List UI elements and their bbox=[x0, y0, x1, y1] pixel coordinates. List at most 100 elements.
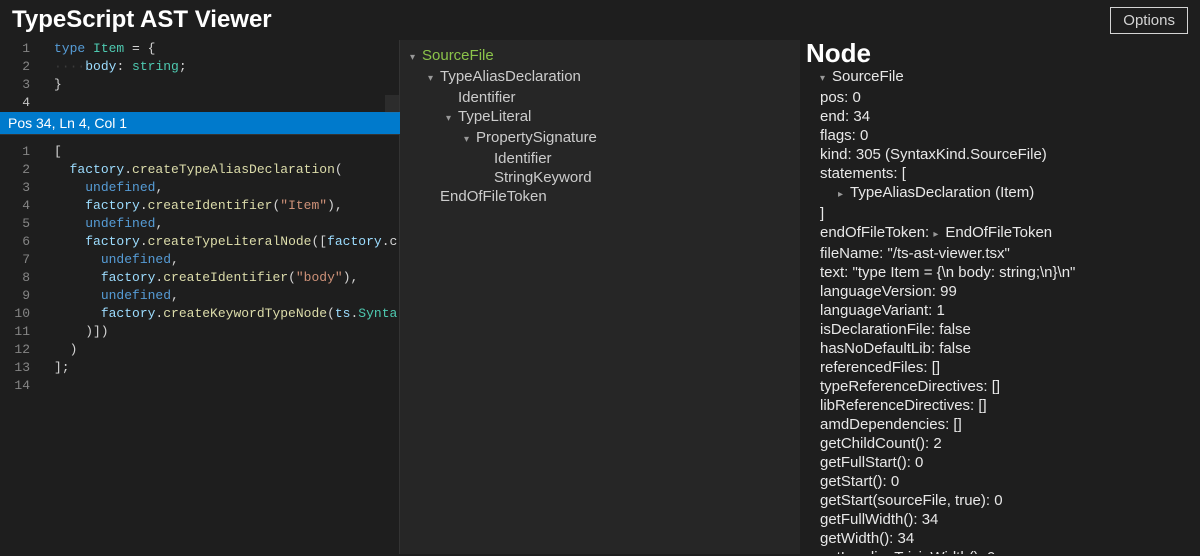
code-line[interactable]: 12 ) bbox=[0, 341, 399, 359]
tree-label[interactable]: TypeAliasDeclaration bbox=[440, 68, 581, 85]
tree-label[interactable]: SourceFile bbox=[422, 47, 494, 64]
property-row: getChildCount(): 2 bbox=[806, 434, 1190, 453]
line-number: 14 bbox=[0, 377, 44, 395]
code-line[interactable]: 2 factory.createTypeAliasDeclaration( bbox=[0, 161, 399, 179]
line-number: 12 bbox=[0, 341, 44, 359]
property-row: languageVariant: 1 bbox=[806, 301, 1190, 320]
code-line[interactable]: 4 bbox=[0, 94, 399, 112]
code-content[interactable]: factory.createTypeLiteralNode([factory.c bbox=[44, 233, 397, 251]
factory-editor[interactable]: 1[2 factory.createTypeAliasDeclaration(3… bbox=[0, 134, 400, 554]
line-number: 11 bbox=[0, 323, 44, 341]
tree-label[interactable]: PropertySignature bbox=[476, 129, 597, 146]
source-editor[interactable]: 1type Item = {2····body: string;3}4 bbox=[0, 40, 400, 112]
property-row: getWidth(): 34 bbox=[806, 529, 1190, 548]
chevron-right-icon[interactable]: ▸ bbox=[838, 185, 848, 204]
code-line[interactable]: 3 undefined, bbox=[0, 179, 399, 197]
chevron-down-icon[interactable]: ▾ bbox=[820, 69, 830, 88]
property-link[interactable]: EndOfFileToken bbox=[945, 224, 1052, 241]
property-row: getStart(): 0 bbox=[806, 472, 1190, 491]
tree-label[interactable]: Identifier bbox=[494, 150, 552, 167]
line-number: 2 bbox=[0, 58, 44, 76]
code-content[interactable] bbox=[44, 377, 54, 395]
code-content[interactable]: type Item = { bbox=[44, 40, 155, 58]
property-row: statements: [ bbox=[806, 164, 1190, 183]
property-row: languageVersion: 99 bbox=[806, 282, 1190, 301]
property-key: endOfFileToken: bbox=[820, 224, 933, 241]
code-content[interactable]: ]; bbox=[44, 359, 70, 377]
options-button[interactable]: Options bbox=[1110, 7, 1188, 34]
property-row: hasNoDefaultLib: false bbox=[806, 339, 1190, 358]
chevron-down-icon[interactable]: ▾ bbox=[410, 48, 420, 67]
code-content[interactable]: factory.createTypeAliasDeclaration( bbox=[44, 161, 343, 179]
code-content[interactable]: factory.createKeywordTypeNode(ts.Synta bbox=[44, 305, 397, 323]
property-node-name[interactable]: SourceFile bbox=[832, 68, 904, 85]
tree-node[interactable]: Identifier bbox=[410, 149, 790, 168]
line-number: 2 bbox=[0, 161, 44, 179]
code-line[interactable]: 2····body: string; bbox=[0, 58, 399, 76]
tree-label[interactable]: Identifier bbox=[458, 89, 516, 106]
code-content[interactable]: undefined, bbox=[44, 287, 179, 305]
code-content[interactable]: )]) bbox=[44, 323, 109, 341]
line-number: 8 bbox=[0, 269, 44, 287]
line-number: 9 bbox=[0, 287, 44, 305]
line-number: 7 bbox=[0, 251, 44, 269]
code-content[interactable]: factory.createIdentifier("body"), bbox=[44, 269, 358, 287]
property-row: getLeadingTriviaWidth(): 0 bbox=[806, 548, 1190, 554]
property-row: typeReferenceDirectives: [] bbox=[806, 377, 1190, 396]
property-link[interactable]: TypeAliasDeclaration (Item) bbox=[850, 184, 1034, 201]
code-line[interactable]: 1type Item = { bbox=[0, 40, 399, 58]
code-content[interactable]: ) bbox=[44, 341, 77, 359]
code-content[interactable]: undefined, bbox=[44, 215, 163, 233]
code-content[interactable]: factory.createIdentifier("Item"), bbox=[44, 197, 343, 215]
main: 1type Item = {2····body: string;3}4 Pos … bbox=[0, 40, 1200, 554]
code-line[interactable]: 5 undefined, bbox=[0, 215, 399, 233]
line-number: 3 bbox=[0, 76, 44, 94]
tree-node[interactable]: ▾TypeLiteral bbox=[410, 107, 790, 128]
chevron-down-icon[interactable]: ▾ bbox=[446, 109, 456, 128]
tree-label[interactable]: StringKeyword bbox=[494, 169, 592, 186]
code-content[interactable] bbox=[44, 94, 54, 112]
property-row: getFullWidth(): 34 bbox=[806, 510, 1190, 529]
tree-node[interactable]: ▾TypeAliasDeclaration bbox=[410, 67, 790, 88]
code-content[interactable]: undefined, bbox=[44, 179, 163, 197]
line-number: 4 bbox=[0, 94, 44, 112]
code-line[interactable]: 9 undefined, bbox=[0, 287, 399, 305]
code-line[interactable]: 11 )]) bbox=[0, 323, 399, 341]
chevron-down-icon[interactable]: ▾ bbox=[464, 130, 474, 149]
status-bar: Pos 34, Ln 4, Col 1 bbox=[0, 112, 400, 134]
property-row: isDeclarationFile: false bbox=[806, 320, 1190, 339]
property-row: amdDependencies: [] bbox=[806, 415, 1190, 434]
chevron-right-icon[interactable]: ▸ bbox=[933, 225, 943, 244]
code-line[interactable]: 1[ bbox=[0, 143, 399, 161]
code-content[interactable]: undefined, bbox=[44, 251, 179, 269]
code-content[interactable]: } bbox=[44, 76, 62, 94]
code-line[interactable]: 3} bbox=[0, 76, 399, 94]
tree-node[interactable]: ▾SourceFile bbox=[410, 46, 790, 67]
tree-label[interactable]: TypeLiteral bbox=[458, 108, 531, 125]
code-content[interactable]: ····body: string; bbox=[44, 58, 187, 76]
tree-node[interactable]: StringKeyword bbox=[410, 168, 790, 187]
property-row: ▾SourceFile bbox=[806, 67, 1190, 88]
property-row: referencedFiles: [] bbox=[806, 358, 1190, 377]
line-number: 5 bbox=[0, 215, 44, 233]
line-number: 1 bbox=[0, 143, 44, 161]
code-line[interactable]: 4 factory.createIdentifier("Item"), bbox=[0, 197, 399, 215]
code-line[interactable]: 7 undefined, bbox=[0, 251, 399, 269]
tree-label[interactable]: EndOfFileToken bbox=[440, 188, 547, 205]
property-row: kind: 305 (SyntaxKind.SourceFile) bbox=[806, 145, 1190, 164]
code-line[interactable]: 6 factory.createTypeLiteralNode([factory… bbox=[0, 233, 399, 251]
code-line[interactable]: 14 bbox=[0, 377, 399, 395]
left-column: 1type Item = {2····body: string;3}4 Pos … bbox=[0, 40, 400, 554]
code-line[interactable]: 10 factory.createKeywordTypeNode(ts.Synt… bbox=[0, 305, 399, 323]
tree-node[interactable]: EndOfFileToken bbox=[410, 187, 790, 206]
tree-node[interactable]: Identifier bbox=[410, 88, 790, 107]
code-line[interactable]: 8 factory.createIdentifier("body"), bbox=[0, 269, 399, 287]
line-number: 10 bbox=[0, 305, 44, 323]
tree-node[interactable]: ▾PropertySignature bbox=[410, 128, 790, 149]
code-content[interactable]: [ bbox=[44, 143, 62, 161]
property-row: ▸TypeAliasDeclaration (Item) bbox=[806, 183, 1190, 204]
chevron-down-icon[interactable]: ▾ bbox=[428, 69, 438, 88]
property-row: pos: 0 bbox=[806, 88, 1190, 107]
property-row: ] bbox=[806, 204, 1190, 223]
code-line[interactable]: 13]; bbox=[0, 359, 399, 377]
